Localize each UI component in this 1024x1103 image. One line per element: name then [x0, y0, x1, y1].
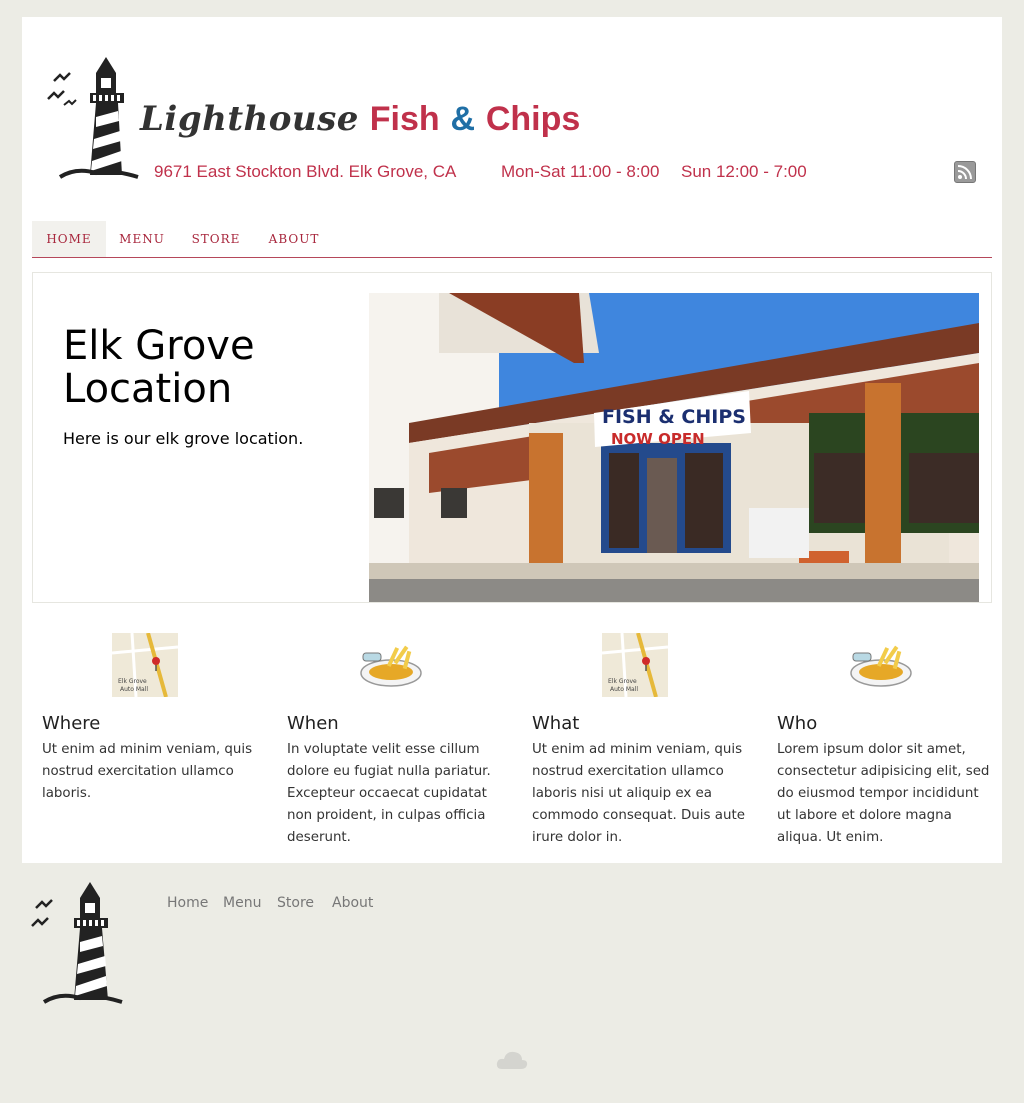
brand-fish: Fish — [369, 100, 440, 138]
map-icon: Elk Grove Auto Mall — [112, 633, 178, 697]
nav-menu[interactable]: MENU — [106, 221, 178, 257]
address: 9671 East Stockton Blvd. Elk Grove, CA — [154, 162, 457, 181]
footer-link-store[interactable]: Store — [277, 895, 314, 911]
nav-about[interactable]: ABOUT — [254, 221, 334, 257]
svg-text:Auto Mall: Auto Mall — [610, 686, 638, 693]
brand-title: Lighthouse Fish & Chips — [140, 99, 580, 139]
fish-chips-icon — [850, 645, 912, 687]
svg-text:Elk Grove: Elk Grove — [118, 678, 147, 685]
hero-title: Elk Grove Location — [63, 323, 255, 412]
footer-link-menu[interactable]: Menu — [223, 895, 261, 911]
map-icon: Elk Grove Auto Mall — [602, 633, 668, 697]
footer-link-about[interactable]: About — [332, 895, 373, 911]
fish-chips-icon — [360, 645, 422, 687]
svg-text:Auto Mall: Auto Mall — [120, 686, 148, 693]
lighthouse-icon — [31, 882, 123, 1004]
brand-chips: Chips — [485, 100, 581, 138]
hero-section: Elk Grove Location Here is our elk grove… — [32, 272, 992, 603]
nav-home[interactable]: HOME — [32, 221, 106, 257]
hero-text: Here is our elk grove location. — [63, 429, 304, 448]
main-nav: HOME MENU STORE ABOUT — [32, 221, 992, 258]
svg-text:Elk Grove: Elk Grove — [608, 678, 637, 685]
brand-lighthouse: Lighthouse — [140, 99, 359, 139]
footer-link-home[interactable]: Home — [167, 895, 208, 911]
rss-icon[interactable] — [954, 161, 976, 183]
page-container: Lighthouse Fish & Chips 9671 East Stockt… — [22, 17, 1002, 863]
banner-line2: NOW OPEN — [611, 430, 705, 448]
banner-line1: FISH & CHIPS — [602, 406, 746, 428]
feature-title: Who — [777, 713, 818, 734]
feature-text: In voluptate velit esse cillum dolore eu… — [287, 742, 491, 845]
feature-text: Ut enim ad minim veniam, quis nostrud ex… — [532, 742, 745, 845]
nav-store[interactable]: STORE — [178, 221, 254, 257]
feature-title: What — [532, 713, 580, 734]
hours-sunday: Sun 12:00 - 7:00 — [681, 162, 807, 181]
feature-text: Lorem ipsum dolor sit amet, consectetur … — [777, 742, 990, 845]
hours-weekday: Mon-Sat 11:00 - 8:00 — [501, 162, 660, 181]
lighthouse-icon — [47, 57, 139, 179]
brand-ampersand: & — [450, 100, 476, 138]
storefront-photo: FISH & CHIPS NOW OPEN — [369, 293, 979, 602]
cloud-icon — [496, 1051, 528, 1069]
feature-title: Where — [42, 713, 101, 734]
feature-title: When — [287, 713, 339, 734]
feature-text: Ut enim ad minim veniam, quis nostrud ex… — [42, 742, 253, 801]
